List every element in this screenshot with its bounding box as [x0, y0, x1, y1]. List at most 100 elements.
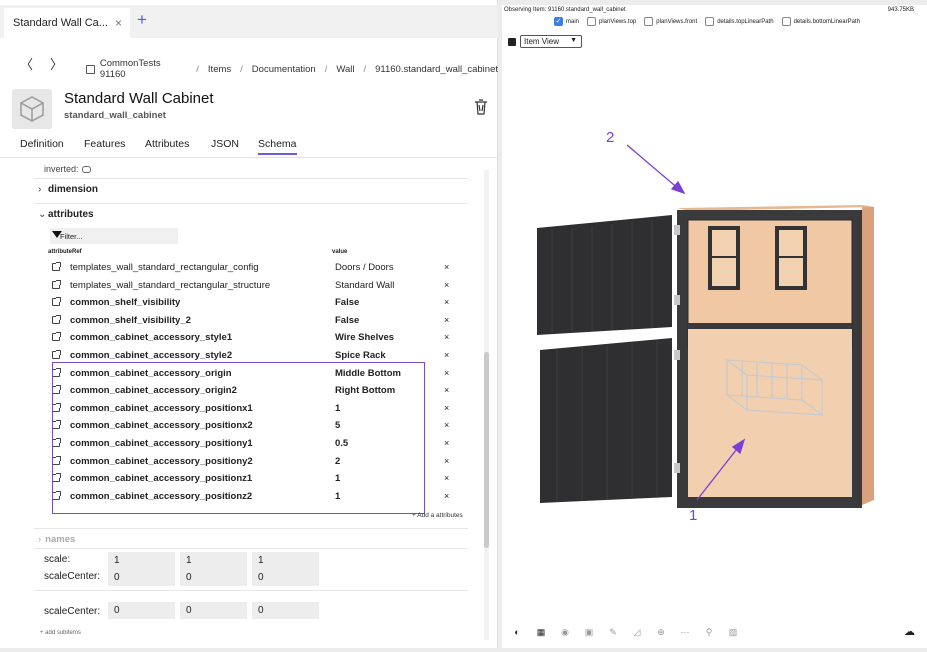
- tab-schema[interactable]: Schema: [258, 138, 297, 155]
- external-link-icon[interactable]: [52, 297, 61, 307]
- tab-attributes[interactable]: Attributes: [145, 138, 189, 150]
- remove-attribute-icon[interactable]: ×: [444, 368, 449, 378]
- scale-center-y-field[interactable]: 0: [180, 602, 247, 619]
- scrollbar[interactable]: [484, 170, 489, 640]
- image-icon[interactable]: ▨: [726, 625, 740, 639]
- table-row[interactable]: common_shelf_visibility False ×: [52, 295, 472, 312]
- remove-attribute-icon[interactable]: ×: [444, 403, 449, 413]
- attribute-value[interactable]: Standard Wall: [335, 280, 394, 291]
- breadcrumb-item[interactable]: Documentation: [252, 64, 316, 75]
- checkbox[interactable]: [644, 17, 654, 26]
- remove-attribute-icon[interactable]: ×: [444, 473, 449, 483]
- remove-attribute-icon[interactable]: ×: [444, 332, 449, 342]
- remove-attribute-icon[interactable]: ×: [444, 420, 449, 430]
- remove-attribute-icon[interactable]: ×: [444, 315, 449, 325]
- remove-attribute-icon[interactable]: ×: [444, 456, 449, 466]
- attribute-name: common_cabinet_accessory_style2: [70, 350, 233, 361]
- remove-attribute-icon[interactable]: ×: [444, 262, 449, 272]
- table-row[interactable]: templates_wall_standard_rectangular_stru…: [52, 278, 472, 295]
- view-mode-value: Item View: [524, 37, 559, 46]
- scrollbar-thumb[interactable]: [484, 352, 489, 548]
- checkbox[interactable]: [587, 17, 597, 26]
- attribute-value[interactable]: Spice Rack: [335, 350, 386, 361]
- view-toggle[interactable]: details.bottomLinearPath: [781, 17, 860, 26]
- attribute-value[interactable]: False: [335, 297, 359, 308]
- external-link-icon[interactable]: [52, 279, 61, 289]
- view-selector: Item View ▼: [508, 35, 582, 48]
- breadcrumb-item[interactable]: Items: [208, 64, 231, 75]
- filter-input[interactable]: Filter...: [50, 228, 178, 244]
- forward-button[interactable]: 〉: [50, 54, 63, 73]
- file-size: 943.75KB: [887, 7, 914, 13]
- scale-center-z-field[interactable]: 0: [252, 602, 319, 619]
- inverted-label: inverted:: [44, 164, 79, 174]
- 3d-viewport[interactable]: 2 1: [502, 65, 927, 605]
- checkbox[interactable]: [781, 17, 791, 26]
- add-subitems-button[interactable]: + add subitems: [40, 630, 81, 636]
- scale-z-field[interactable]: 1: [252, 552, 319, 569]
- ruler-icon[interactable]: ◿: [630, 625, 644, 639]
- table-row[interactable]: common_cabinet_accessory_style1 Wire Shel…: [52, 330, 472, 347]
- scale-center-x-field[interactable]: 0: [108, 569, 175, 586]
- attributes-section[interactable]: ⌄ attributes: [38, 209, 94, 220]
- palette-icon[interactable]: ◐: [510, 625, 524, 639]
- target-icon[interactable]: ⊕: [654, 625, 668, 639]
- document-tab[interactable]: Standard Wall Ca... ×: [4, 8, 130, 38]
- add-tab-button[interactable]: +: [137, 10, 147, 30]
- close-tab-icon[interactable]: ×: [115, 16, 122, 30]
- checkbox[interactable]: ✓: [554, 17, 563, 26]
- dimension-section[interactable]: › dimension: [38, 184, 98, 195]
- breadcrumb-separator: /: [324, 63, 328, 75]
- scale-center-y-field[interactable]: 0: [180, 569, 247, 586]
- hierarchy-icon[interactable]: ⚲: [702, 625, 716, 639]
- scale-y-field[interactable]: 1: [180, 552, 247, 569]
- grid-icon[interactable]: ▦: [534, 625, 548, 639]
- remove-attribute-icon[interactable]: ×: [444, 385, 449, 395]
- brush-icon[interactable]: ✎: [606, 625, 620, 639]
- box-icon[interactable]: ▣: [582, 625, 596, 639]
- chevron-down-icon: ⌄: [38, 209, 47, 220]
- tab-json[interactable]: JSON: [211, 138, 239, 150]
- scale-x-field[interactable]: 1: [108, 552, 175, 569]
- table-row[interactable]: templates_wall_standard_rectangular_conf…: [52, 260, 472, 277]
- remove-attribute-icon[interactable]: ×: [444, 297, 449, 307]
- breadcrumb-item[interactable]: CommonTests 91160: [100, 58, 187, 80]
- external-link-icon[interactable]: [52, 350, 61, 359]
- attribute-value[interactable]: False: [335, 315, 359, 326]
- breadcrumb-item[interactable]: Wall: [336, 64, 354, 75]
- remove-attribute-icon[interactable]: ×: [444, 350, 449, 360]
- view-mode-select[interactable]: Item View ▼: [520, 35, 582, 48]
- filter-placeholder: Filter...: [60, 231, 83, 241]
- scale-center-x-field[interactable]: 0: [108, 602, 175, 619]
- breadcrumb-item[interactable]: 91160.standard_wall_cabinet: [375, 64, 498, 75]
- project-icon: [86, 64, 95, 74]
- cube-icon: [20, 96, 44, 122]
- dots-icon[interactable]: ⋯: [678, 625, 692, 639]
- cloud-download-icon[interactable]: ☁: [904, 625, 915, 638]
- external-link-icon[interactable]: [52, 314, 61, 324]
- back-button[interactable]: 〈: [20, 54, 33, 73]
- view-toggle[interactable]: planViews.top: [587, 17, 636, 26]
- tab-features[interactable]: Features: [84, 138, 125, 150]
- scale-center-z-field[interactable]: 0: [252, 569, 319, 586]
- compass-icon[interactable]: ◉: [558, 625, 572, 639]
- lower-interior: [688, 325, 852, 497]
- add-attribute-button[interactable]: + Add a attributes: [412, 512, 463, 519]
- inverted-toggle[interactable]: [81, 166, 91, 174]
- view-toggle[interactable]: details.topLinearPath: [705, 17, 774, 26]
- external-link-icon[interactable]: [52, 262, 61, 271]
- attribute-name: templates_wall_standard_rectangular_conf…: [70, 262, 259, 273]
- tab-definition[interactable]: Definition: [20, 138, 64, 150]
- delete-button[interactable]: [474, 99, 488, 120]
- remove-attribute-icon[interactable]: ×: [444, 438, 449, 448]
- table-row[interactable]: common_shelf_visibility_2 False ×: [52, 313, 472, 330]
- names-section[interactable]: › names: [38, 534, 75, 545]
- remove-attribute-icon[interactable]: ×: [444, 491, 449, 501]
- checkbox[interactable]: [705, 17, 715, 26]
- attribute-value[interactable]: Doors / Doors: [335, 262, 394, 273]
- view-toggle[interactable]: ✓ main: [554, 17, 579, 26]
- attribute-value[interactable]: Wire Shelves: [335, 332, 394, 343]
- external-link-icon[interactable]: [52, 332, 61, 342]
- remove-attribute-icon[interactable]: ×: [444, 280, 449, 290]
- view-toggle[interactable]: planViews.front: [644, 17, 697, 26]
